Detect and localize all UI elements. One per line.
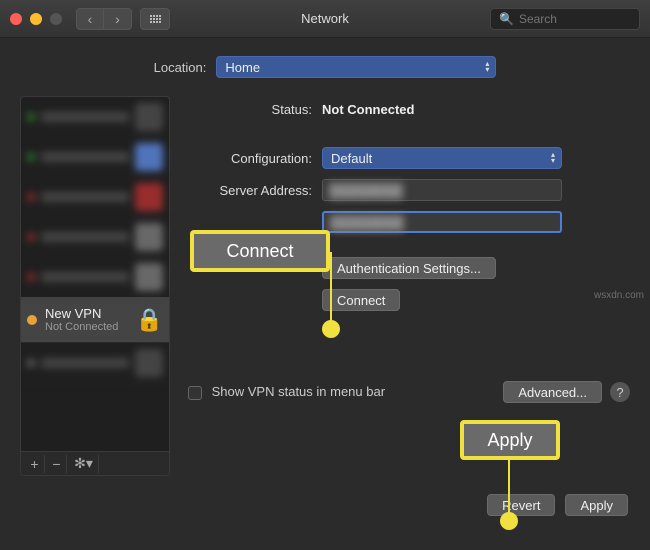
service-item[interactable] [21, 137, 169, 177]
location-label: Location: [154, 60, 207, 75]
connect-button[interactable]: Connect [322, 289, 400, 311]
show-all-button[interactable] [140, 8, 170, 30]
authentication-settings-button[interactable]: Authentication Settings... [322, 257, 496, 279]
title-bar: ‹ › Network 🔍 [0, 0, 650, 38]
services-sidebar: New VPN Not Connected 🔒 + − ✻▾ [20, 96, 170, 476]
service-item[interactable] [21, 257, 169, 297]
watermark: wsxdn.com [594, 290, 644, 301]
vpn-status: Not Connected [45, 321, 130, 333]
revert-button[interactable]: Revert [487, 494, 555, 516]
main-panel: Status: Not Connected Configuration: Def… [182, 96, 630, 476]
show-vpn-menubar-checkbox[interactable] [188, 386, 202, 400]
configuration-label: Configuration: [182, 151, 322, 166]
zoom-window-button[interactable] [50, 13, 62, 25]
window-title: Network [301, 11, 349, 26]
chevron-updown-icon: ▴▾ [485, 61, 489, 73]
status-label: Status: [182, 102, 322, 117]
remove-service-button[interactable]: − [47, 455, 67, 473]
service-item[interactable] [21, 177, 169, 217]
service-item[interactable] [21, 343, 169, 383]
close-window-button[interactable] [10, 13, 22, 25]
nav-buttons: ‹ › [76, 8, 132, 30]
window-controls [10, 13, 62, 25]
location-popup[interactable]: Home ▴▾ [216, 56, 496, 78]
service-actions-button[interactable]: ✻▾ [69, 455, 99, 473]
apply-button[interactable]: Apply [565, 494, 628, 516]
bottom-button-row: Revert Apply [0, 488, 650, 516]
configuration-popup[interactable]: Default ▴▾ [322, 147, 562, 169]
status-value: Not Connected [322, 102, 630, 117]
forward-button[interactable]: › [104, 8, 132, 30]
search-input[interactable] [519, 12, 631, 26]
back-button[interactable]: ‹ [76, 8, 104, 30]
location-row: Location: Home ▴▾ [0, 38, 650, 96]
chevron-updown-icon: ▴▾ [551, 152, 555, 164]
search-field-wrap[interactable]: 🔍 [490, 8, 640, 30]
lock-icon: 🔒 [136, 307, 163, 333]
service-item[interactable] [21, 97, 169, 137]
show-vpn-menubar-label: Show VPN status in menu bar [212, 384, 385, 399]
account-name-field[interactable]: ████████ [322, 211, 562, 233]
configuration-value: Default [331, 151, 372, 166]
status-dot-icon [27, 315, 37, 325]
search-icon: 🔍 [499, 12, 514, 26]
sidebar-footer: + − ✻▾ [21, 451, 169, 475]
advanced-button[interactable]: Advanced... [503, 381, 602, 403]
add-service-button[interactable]: + [25, 455, 45, 473]
minimize-window-button[interactable] [30, 13, 42, 25]
server-address-label: Server Address: [182, 183, 322, 198]
help-button[interactable]: ? [610, 382, 630, 402]
vpn-name: New VPN [45, 306, 130, 321]
location-value: Home [225, 60, 260, 75]
server-address-field[interactable]: ████████ [322, 179, 562, 201]
service-item-vpn[interactable]: New VPN Not Connected 🔒 [21, 297, 169, 343]
grid-icon [150, 15, 161, 23]
service-item[interactable] [21, 217, 169, 257]
